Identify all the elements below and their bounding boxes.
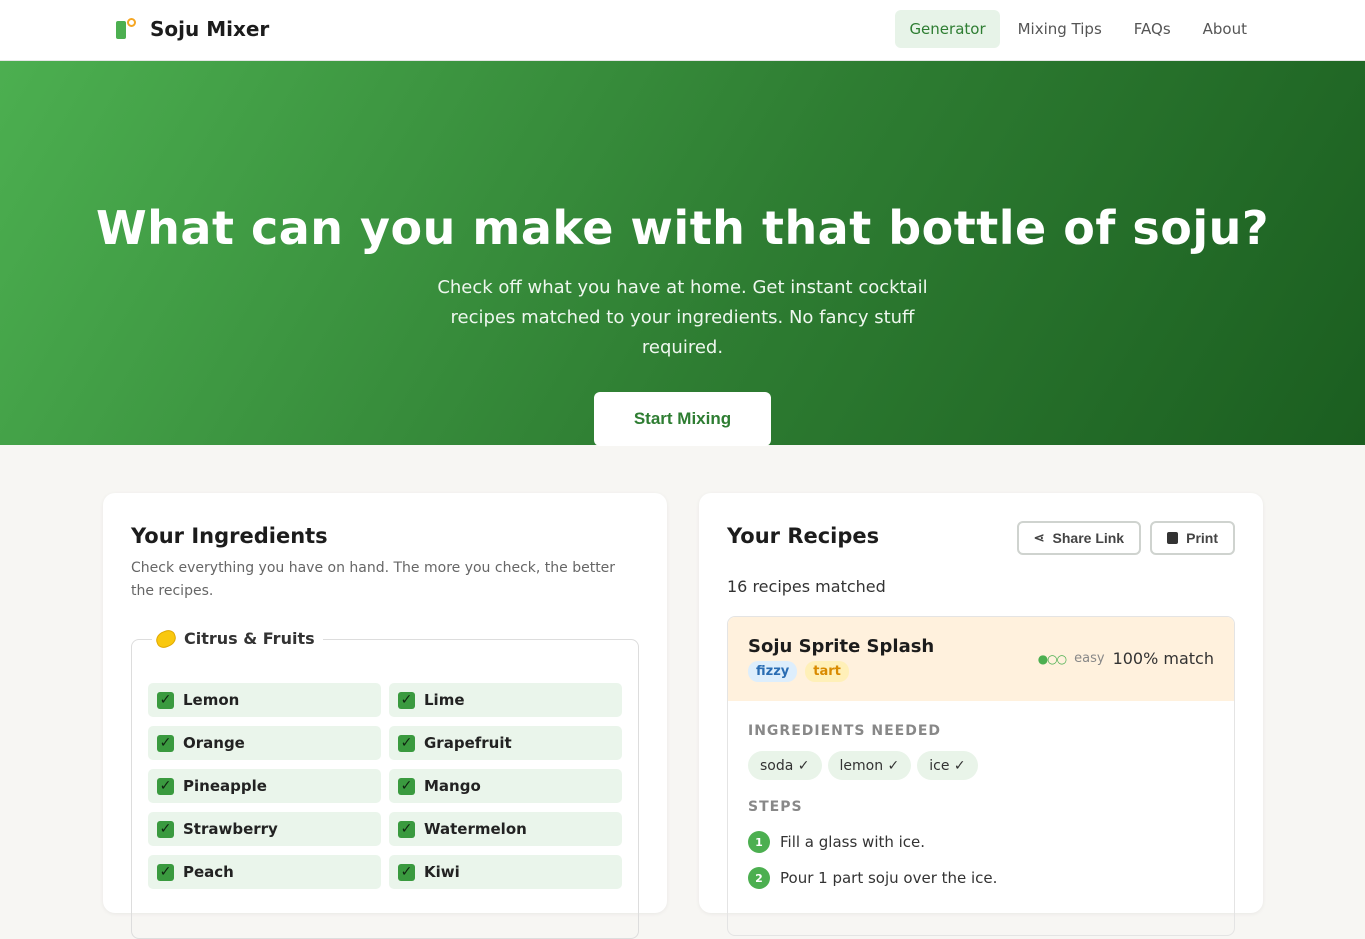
ingredient-kiwi[interactable]: Kiwi [389,855,622,889]
step-text: Pour 1 part soju over the ice. [780,869,998,887]
ingredient-pineapple[interactable]: Pineapple [148,769,381,803]
checkbox-checked[interactable] [157,820,174,838]
checkbox-checked[interactable] [157,863,174,881]
checkbox-checked[interactable] [157,691,174,709]
share-link-button[interactable]: ⋖ Share Link [1016,521,1142,555]
recipe-title: Soju Sprite Splash [748,636,935,657]
brand-name: Soju Mixer [150,17,270,41]
checkbox-checked[interactable] [398,691,415,709]
nav-faqs[interactable]: FAQs [1120,10,1185,48]
steps-label: STEPS [748,799,803,815]
group-legend: Citrus & Fruits [152,627,323,650]
recipe-steps: 1 Fill a glass with ice. 2 Pour 1 part s… [748,831,997,903]
chip-lemon: lemon ✓ [827,751,912,780]
checkbox-checked[interactable] [398,820,415,838]
checkbox-checked[interactable] [398,777,415,795]
ingredient-lime[interactable]: Lime [389,683,622,717]
recipe-card-header: Soju Sprite Splash fizzy tart ●○○ easy 1… [728,617,1234,701]
checkbox-checked[interactable] [398,863,415,881]
recipes-panel: Your Recipes ⋖ Share Link Print 16 recip… [699,493,1263,936]
nav-about[interactable]: About [1189,10,1261,48]
recipe-actions: ⋖ Share Link Print [1016,521,1235,555]
lemon-icon [153,627,179,650]
brand[interactable]: Soju Mixer [116,17,269,41]
step-number: 1 [748,831,770,853]
ingredient-peach[interactable]: Peach [148,855,381,889]
difficulty-dots: ●○○ [1037,651,1067,666]
step-number: 2 [748,867,770,889]
main-nav: Generator Mixing Tips FAQs About [895,10,1261,48]
ingredients-title: Your Ingredients [131,524,328,548]
ingredient-mango[interactable]: Mango [389,769,622,803]
difficulty-label: easy [1074,651,1105,666]
step-item: 2 Pour 1 part soju over the ice. [748,867,997,889]
top-navbar: Soju Mixer Generator Mixing Tips FAQs Ab… [0,0,1365,61]
ingredient-orange[interactable]: Orange [148,726,381,760]
chip-soda: soda ✓ [748,751,822,780]
ingredient-grapefruit[interactable]: Grapefruit [389,726,622,760]
soju-bottle-logo-icon [116,18,138,40]
recipes-matched-count: 16 recipes matched [727,577,886,596]
tag-fizzy: fizzy [748,661,798,682]
step-item: 1 Fill a glass with ice. [748,831,997,853]
match-percent: 100% match [1112,649,1214,668]
step-text: Fill a glass with ice. [780,833,926,851]
ingredient-lemon[interactable]: Lemon [148,683,381,717]
ingredients-panel: Your Ingredients Check everything you ha… [103,493,667,939]
hero-subtitle: Check off what you have at home. Get ins… [437,277,928,358]
recipe-card[interactable]: Soju Sprite Splash fizzy tart ●○○ easy 1… [727,616,1235,936]
recipe-meta: ●○○ easy 100% match [1038,649,1214,668]
ingredient-chips: soda ✓ lemon ✓ ice ✓ [748,751,978,780]
hero-title: What can you make with that bottle of so… [95,201,1270,255]
nav-mixing-tips[interactable]: Mixing Tips [1004,10,1116,48]
tag-tart: tart [805,661,849,682]
checkbox-checked[interactable] [157,777,174,795]
hero-section: What can you make with that bottle of so… [0,61,1365,446]
checkbox-checked[interactable] [157,734,174,752]
group-label: Citrus & Fruits [184,629,315,648]
print-button[interactable]: Print [1150,521,1235,555]
recipes-title: Your Recipes [727,524,880,548]
ingredients-description: Check everything you have on hand. The m… [131,560,616,599]
checkbox-checked[interactable] [398,734,415,752]
ingredients-needed-label: INGREDIENTS NEEDED [748,723,942,739]
citrus-fruits-group: Citrus & Fruits Lemon Lime Orange Grapef… [131,627,639,939]
printer-icon [1167,532,1179,544]
share-icon: ⋖ [1033,530,1045,545]
start-mixing-button[interactable]: Start Mixing [594,392,771,446]
ingredient-watermelon[interactable]: Watermelon [389,812,622,846]
recipe-tags: fizzy tart [748,661,849,682]
chip-ice: ice ✓ [917,751,978,780]
nav-generator[interactable]: Generator [895,10,1000,48]
ingredient-checklist: Lemon Lime Orange Grapefruit Pineapple M… [148,683,622,889]
ingredient-strawberry[interactable]: Strawberry [148,812,381,846]
